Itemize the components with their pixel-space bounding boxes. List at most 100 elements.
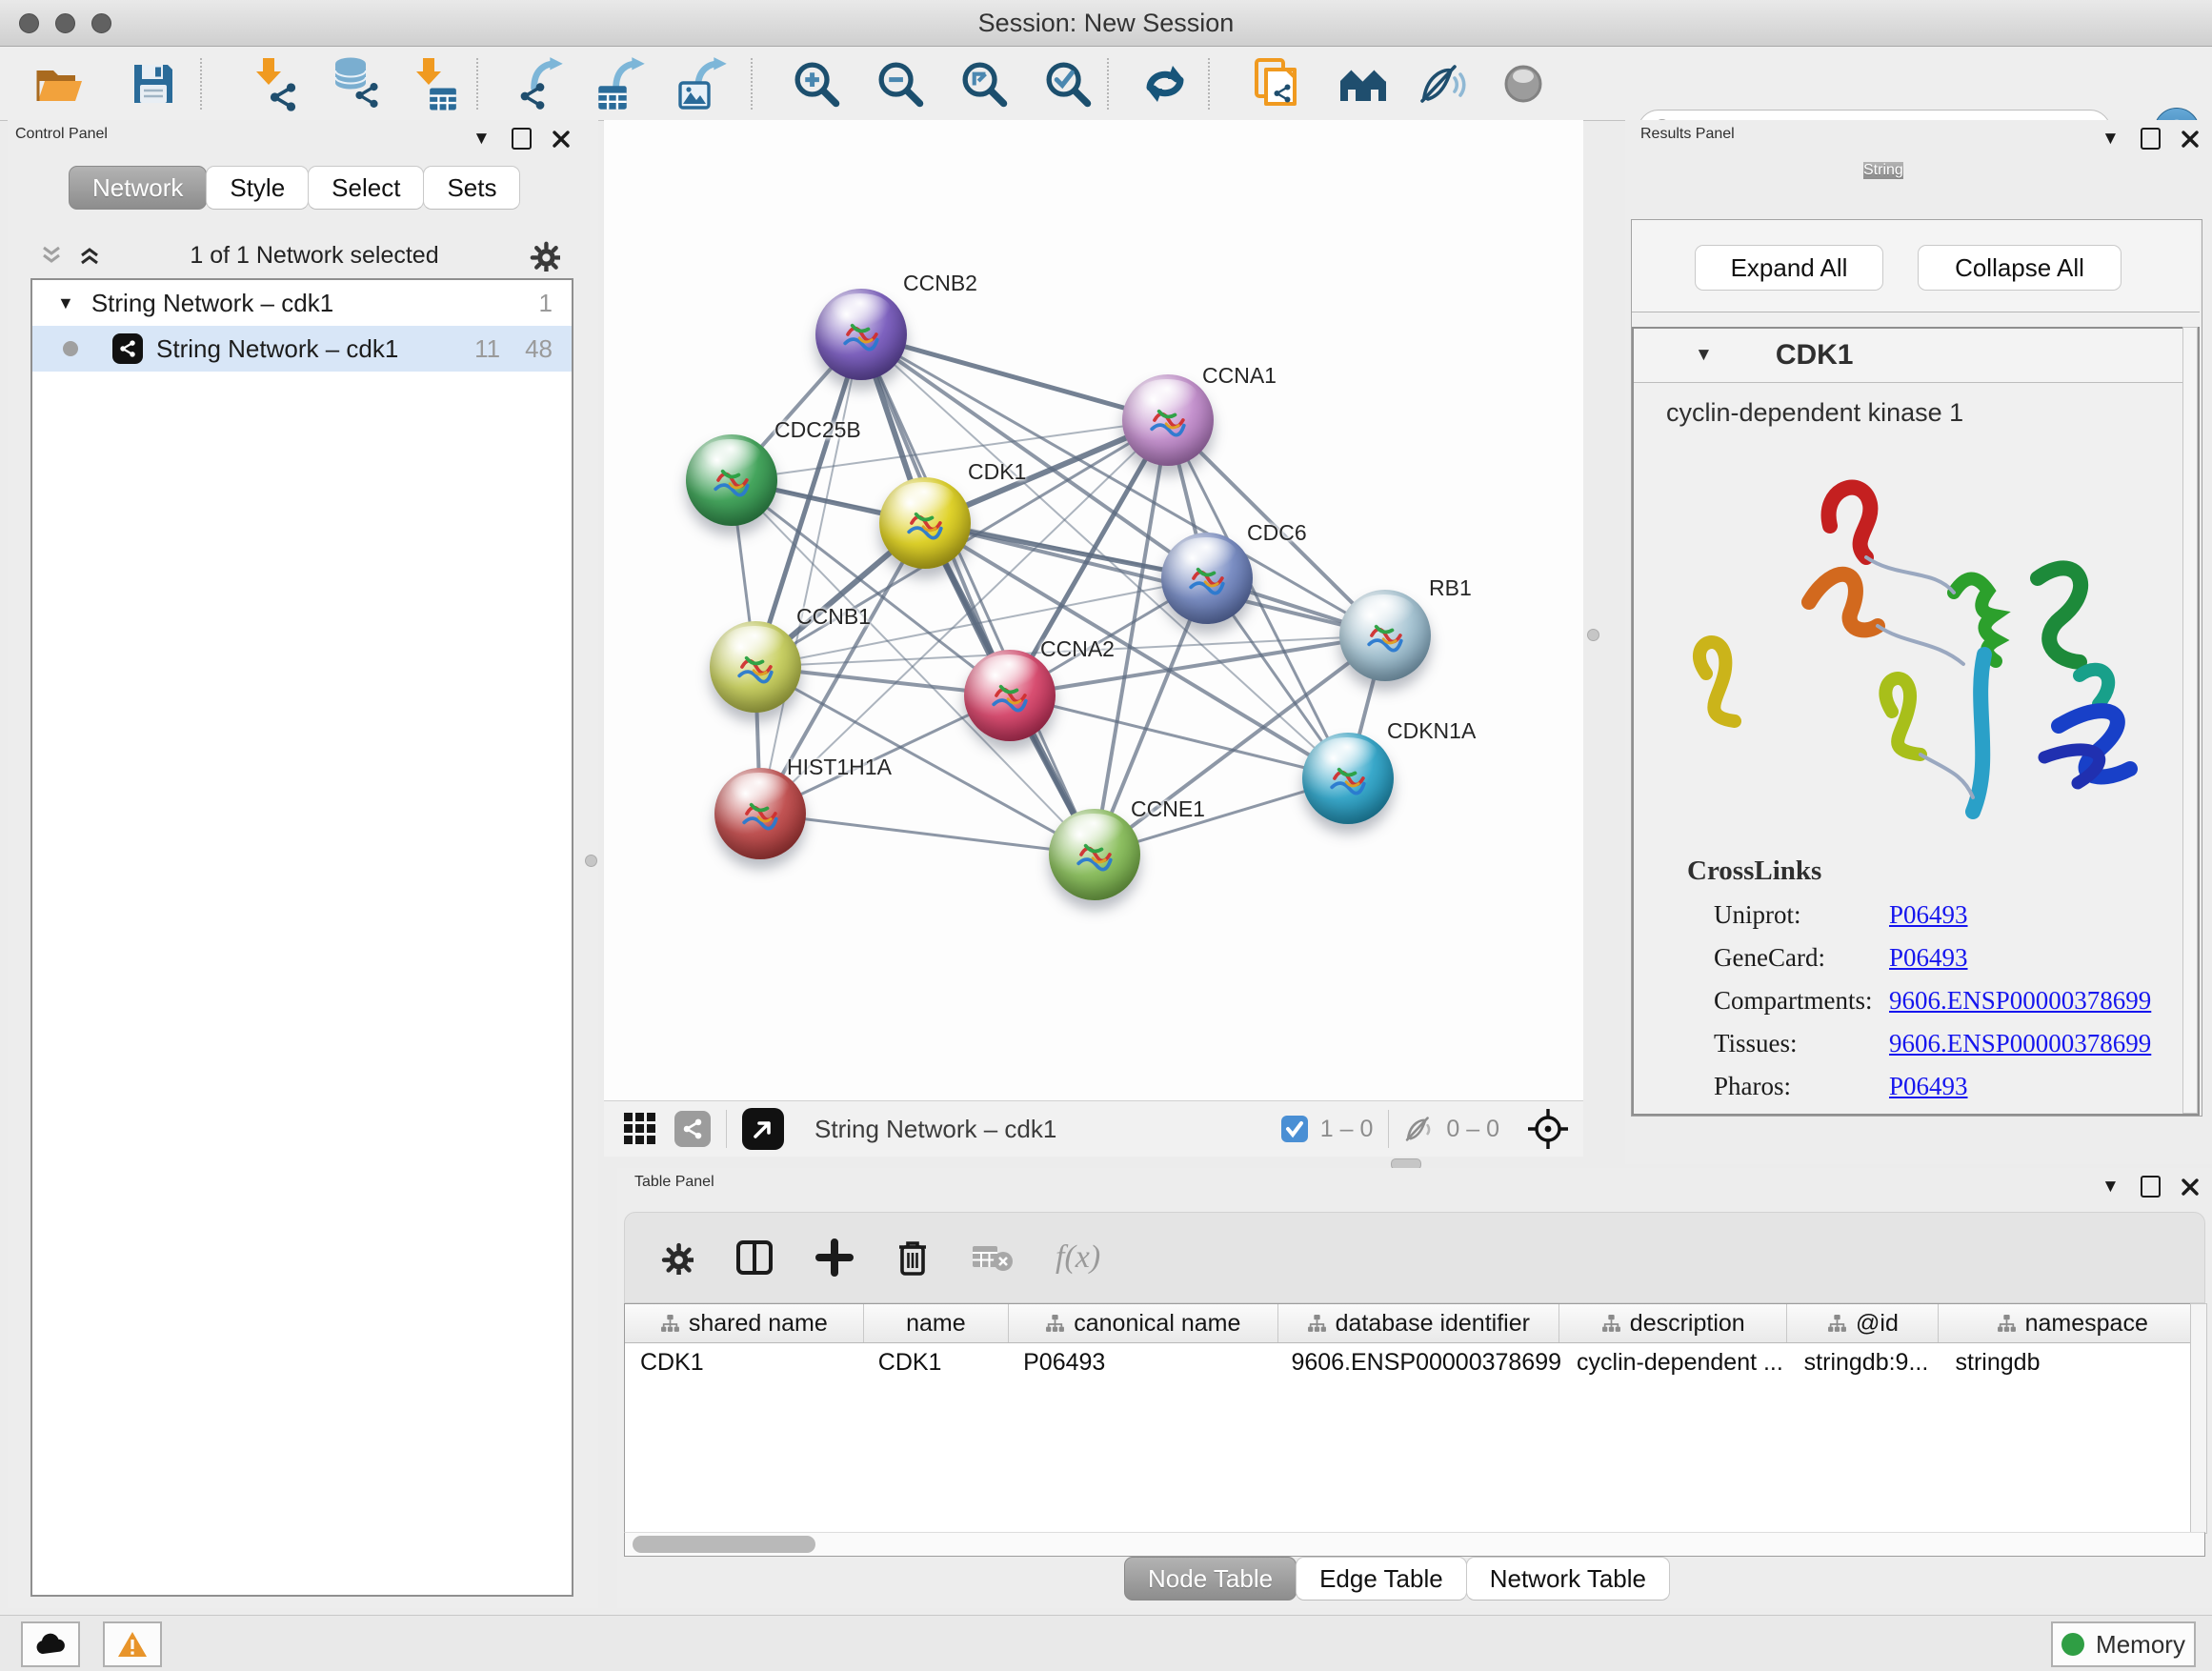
float-panel-icon[interactable] [2141,128,2161,150]
string-home-button[interactable] [1332,54,1395,113]
collapse-all-button[interactable]: Collapse All [1918,245,2122,291]
graph-node-hist1h1a[interactable] [714,768,806,859]
graph-node-ccnb1[interactable] [710,621,801,713]
tab-sets[interactable]: Sets [423,166,520,210]
crosslink-link[interactable]: 9606.ENSP00000378699 [1889,1029,2151,1058]
tab-select[interactable]: Select [308,166,424,210]
column-header--id[interactable]: @id [1787,1304,1939,1342]
enable-glass-effect-button[interactable] [1492,54,1555,113]
grid-view-icon[interactable] [623,1112,657,1146]
export-network-button[interactable] [509,54,572,113]
right-splitter-handle[interactable] [1587,629,1599,641]
section-caret-icon[interactable]: ▼ [1695,345,1713,366]
cloud-status-button[interactable] [21,1621,80,1667]
graph-node-ccna1[interactable] [1122,374,1214,466]
column-header-description[interactable]: description [1559,1304,1787,1342]
function-builder-icon[interactable]: f(x) [1056,1239,1100,1276]
column-header-canonical-name[interactable]: canonical name [1009,1304,1277,1342]
delete-column-trash-icon[interactable] [895,1238,930,1277]
table-cell[interactable]: 9606.ENSP00000378699 [1276,1343,1561,1381]
close-panel-icon[interactable] [2182,131,2199,148]
table-vertical-scrollbar[interactable] [2190,1303,2207,1534]
panel-menu-caret-icon[interactable]: ▼ [473,129,491,150]
hidden-eye-icon[interactable] [1404,1116,1437,1142]
column-header-name[interactable]: name [864,1304,1009,1342]
zoom-selected-button[interactable] [1036,54,1099,113]
tab-string[interactable]: String [1863,162,1903,179]
close-panel-icon[interactable] [2182,1178,2199,1196]
open-session-button[interactable] [29,54,91,113]
expand-all-button[interactable]: Expand All [1695,245,1883,291]
tab-style[interactable]: Style [206,166,309,210]
tab-edge-table[interactable]: Edge Table [1296,1557,1467,1601]
network-collection-row[interactable]: ▼ String Network – cdk1 1 [32,280,572,326]
graph-node-cdc25b[interactable] [686,434,777,526]
panel-menu-caret-icon[interactable]: ▼ [2101,1177,2120,1198]
crosslink-link[interactable]: P06493 [1889,1072,1968,1101]
left-splitter-handle[interactable] [585,855,597,867]
tab-network-table[interactable]: Network Table [1466,1557,1670,1601]
graph-node-cdc6[interactable] [1161,533,1253,624]
graph-node-cdk1[interactable] [879,477,971,569]
birdseye-view-button[interactable] [742,1108,784,1150]
column-header-database-identifier[interactable]: database identifier [1278,1304,1560,1342]
float-panel-icon[interactable] [512,128,532,150]
graph-node-ccnb2[interactable] [815,289,907,380]
network-edge[interactable] [760,334,861,814]
cdk1-section-header[interactable]: ▼ CDK1 [1634,329,2198,383]
results-scrollbar[interactable] [2182,327,2198,1114]
panel-menu-caret-icon[interactable]: ▼ [2101,129,2120,150]
zoom-in-button[interactable] [785,54,848,113]
collapse-all-icon[interactable] [40,244,63,267]
hide-glass-effect-button[interactable] [1412,54,1475,113]
crosslink-link[interactable]: P06493 [1889,943,1968,973]
refresh-view-button[interactable] [1134,54,1196,113]
graph-node-cdkn1a[interactable] [1302,733,1394,824]
tab-node-table[interactable]: Node Table [1124,1557,1297,1601]
table-cell[interactable]: cyclin-dependent ... [1561,1343,1789,1381]
save-session-button[interactable] [122,54,185,113]
selected-checkbox-icon[interactable] [1280,1115,1309,1143]
scrollbar-thumb[interactable] [633,1536,815,1553]
network-row-selected[interactable]: String Network – cdk1 11 48 [32,326,572,372]
table-cell[interactable]: stringdb:9... [1789,1343,1941,1381]
tab-network[interactable]: Network [69,166,207,210]
zoom-out-button[interactable] [869,54,932,113]
network-edge[interactable] [861,334,1095,855]
network-edge[interactable] [760,814,1095,855]
table-options-gear-icon[interactable] [659,1240,694,1275]
zoom-fit-button[interactable] [953,54,1016,113]
graph-node-rb1[interactable] [1339,590,1431,681]
crosslink-link[interactable]: P06493 [1889,900,1968,930]
close-panel-icon[interactable] [553,131,570,148]
memory-button[interactable]: Memory [2051,1621,2196,1667]
delete-table-icon[interactable] [972,1242,1014,1273]
fit-selected-crosshair-icon[interactable] [1526,1107,1570,1151]
export-table-button[interactable] [591,54,654,113]
table-cell[interactable]: stringdb [1941,1343,2206,1381]
column-header-shared-name[interactable]: shared name [625,1304,864,1342]
table-cell[interactable]: CDK1 [863,1343,1008,1381]
import-network-file-button[interactable] [244,54,307,113]
float-panel-icon[interactable] [2141,1176,2161,1198]
network-canvas[interactable]: CCNB2CCNA1CDC25BCDK1CDC6RB1CCNB1CCNA2CDK… [604,120,1583,1100]
network-options-gear-icon[interactable] [528,239,560,272]
network-view-icon[interactable] [674,1111,711,1147]
export-image-button[interactable] [673,54,735,113]
table-cell[interactable]: P06493 [1008,1343,1276,1381]
import-table-file-button[interactable] [404,54,467,113]
create-column-plus-icon[interactable] [815,1238,854,1277]
table-row[interactable]: CDK1CDK1P064939606.ENSP00000378699cyclin… [625,1343,2206,1381]
expand-all-icon[interactable] [78,244,101,267]
collection-expand-caret-icon[interactable]: ▼ [57,293,74,313]
column-header-namespace[interactable]: namespace [1939,1304,2206,1342]
show-columns-icon[interactable] [735,1238,774,1277]
warnings-button[interactable] [103,1621,162,1667]
graph-node-ccna2[interactable] [964,650,1056,741]
table-cell[interactable]: CDK1 [625,1343,863,1381]
table-horizontal-scrollbar[interactable] [624,1532,2205,1557]
crosslink-link[interactable]: 9606.ENSP00000378699 [1889,986,2151,1016]
graph-node-ccne1[interactable] [1049,809,1140,900]
import-network-database-button[interactable] [324,54,387,113]
clone-network-button[interactable] [1246,54,1309,113]
